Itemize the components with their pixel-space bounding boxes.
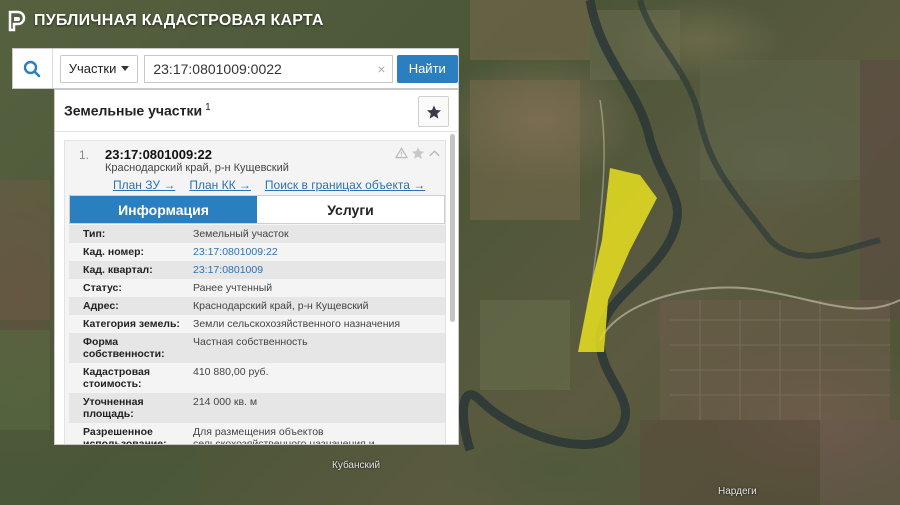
prop-key: Разрешенное использование: (83, 426, 167, 445)
link-quarter-plan[interactable]: План КК → (189, 178, 251, 192)
prop-row: Категория земель: Земли сельскохозяйстве… (69, 315, 445, 333)
prop-key: Адрес: (83, 300, 119, 312)
panel-scrollbar[interactable] (450, 134, 455, 322)
chevron-up-icon[interactable] (428, 147, 441, 159)
prop-row: Тип: Земельный участок (69, 225, 445, 243)
prop-row: Адрес: Краснодарский край, р-н Кущевский (69, 297, 445, 315)
results-count: 1 (205, 102, 211, 114)
prop-value: Краснодарский край, р-н Кущевский (193, 300, 369, 312)
prop-value: Частная собственность (193, 336, 308, 348)
prop-key: Форма собственности: (83, 336, 165, 360)
prop-row: Уточненная площадь: 214 000 кв. м (69, 393, 445, 423)
result-tools (395, 146, 441, 160)
prop-row: Форма собственности: Частная собственнос… (69, 333, 445, 363)
results-header: Земельные участки 1 (55, 90, 458, 132)
prop-value: Земли сельскохозяйственного назначения (193, 318, 401, 330)
selected-parcel-shape (578, 168, 657, 352)
result-item: 1. 23:17:0801009:22 Краснодарский край, … (64, 140, 446, 445)
tab-services[interactable]: Услуги (257, 196, 444, 223)
properties-table: Тип: Земельный участок Кад. номер: 23:17… (69, 225, 445, 445)
star-icon[interactable] (411, 146, 425, 160)
object-type-label: Участки (68, 61, 117, 76)
result-index: 1. (79, 148, 90, 162)
result-address: Краснодарский край, р-н Кущевский (105, 162, 289, 174)
prop-value: Земельный участок (193, 228, 289, 240)
search-icon (24, 60, 41, 77)
result-cad-number[interactable]: 23:17:0801009:22 (105, 147, 212, 162)
favorites-button[interactable] (418, 96, 449, 127)
object-type-select[interactable]: Участки (59, 54, 139, 83)
prop-row: Статус: Ранее учтенный (69, 279, 445, 297)
chevron-down-icon (121, 66, 130, 71)
results-panel: Земельные участки 1 1. 23:17:0801009:22 К… (54, 89, 459, 445)
prop-key: Уточненная площадь: (83, 396, 144, 420)
prop-value-quarter-link[interactable]: 23:17:0801009 (193, 264, 445, 276)
prop-key: Категория земель: (83, 318, 180, 330)
app-header: ПУБЛИЧНАЯ КАДАСТРОВАЯ КАРТА (8, 10, 324, 32)
prop-row: Кад. квартал: 23:17:0801009 (69, 261, 445, 279)
prop-row: Разрешенное использование: Для размещени… (69, 423, 445, 445)
prop-key: Статус: (83, 282, 122, 294)
app-title: ПУБЛИЧНАЯ КАДАСТРОВАЯ КАРТА (34, 12, 324, 29)
map-label-nardegi: Нардеги (718, 486, 757, 497)
prop-value: Для размещения объектов сельскохозяйстве… (193, 426, 375, 445)
rosreestr-logo-icon (8, 10, 26, 32)
prop-key: Кад. номер: (83, 246, 145, 258)
warning-icon[interactable] (395, 147, 408, 159)
result-links: План ЗУ → План КК → Поиск в границах объ… (113, 178, 425, 192)
prop-row: Кадастровая стоимость: 410 880,00 руб. (69, 363, 445, 393)
find-button[interactable]: Найти (396, 54, 458, 83)
result-tabs: Информация Услуги (69, 195, 445, 224)
clear-search-button[interactable]: × (377, 61, 385, 77)
search-bar: Участки 23:17:0801009:0022 × Найти (12, 48, 459, 89)
prop-key: Кадастровая стоимость: (83, 366, 150, 390)
prop-value: 214 000 кв. м (193, 396, 258, 408)
panel-title: Земельные участки 1 (64, 102, 211, 119)
search-button[interactable] (13, 49, 53, 88)
link-parcel-plan[interactable]: План ЗУ → (113, 178, 175, 192)
prop-value: 410 880,00 руб. (193, 366, 269, 378)
tab-information[interactable]: Информация (70, 196, 257, 223)
prop-value: Ранее учтенный (193, 282, 273, 294)
search-input[interactable]: 23:17:0801009:0022 × (144, 54, 393, 83)
star-icon (426, 104, 441, 119)
link-search-within[interactable]: Поиск в границах объекта → (265, 178, 425, 192)
map-label-kubansky: Кубанский (332, 460, 381, 471)
prop-key: Тип: (83, 228, 106, 240)
prop-row: Кад. номер: 23:17:0801009:22 (69, 243, 445, 261)
prop-value-cad-number-link[interactable]: 23:17:0801009:22 (193, 246, 445, 258)
search-query-text: 23:17:0801009:0022 (153, 60, 282, 77)
prop-key: Кад. квартал: (83, 264, 153, 276)
